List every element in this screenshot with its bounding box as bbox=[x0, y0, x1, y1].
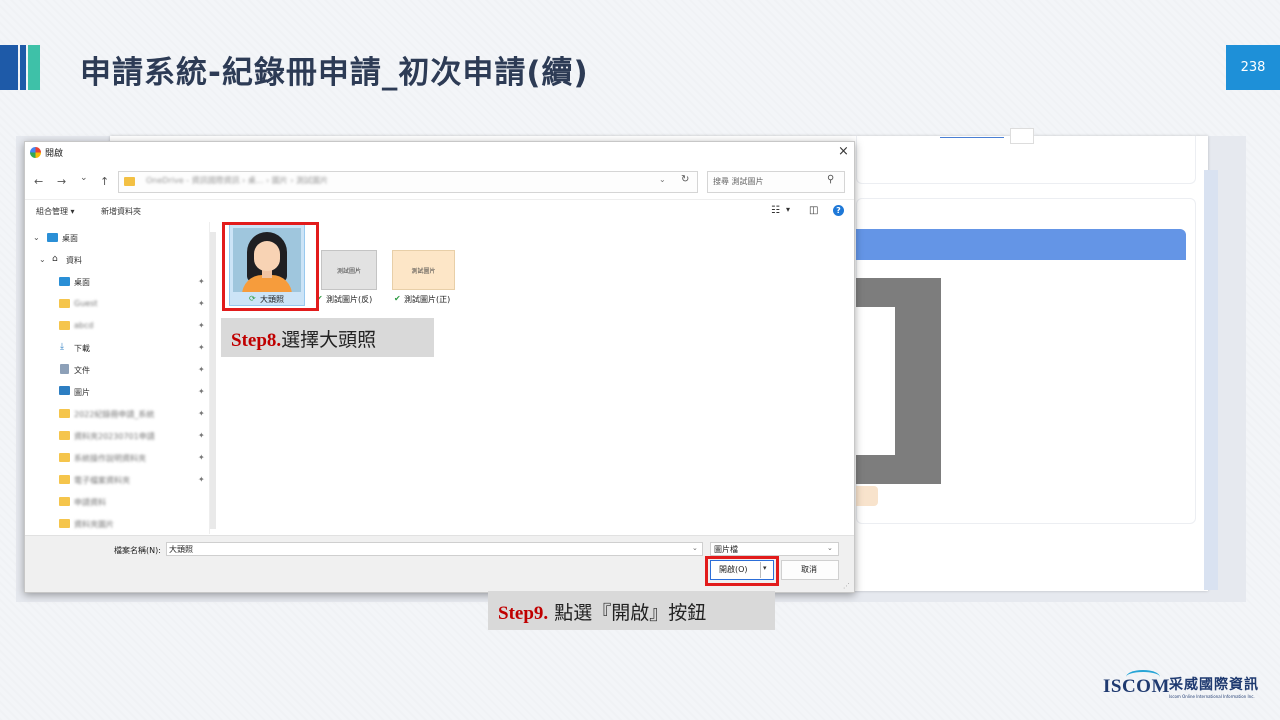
image-thumbnail[interactable]: 測試圖片 bbox=[392, 250, 455, 290]
nav-item-folder[interactable]: 資料夾20230701申請 bbox=[74, 431, 155, 442]
close-icon[interactable]: × bbox=[838, 144, 849, 159]
help-icon[interactable]: ? bbox=[833, 205, 844, 216]
folder-icon bbox=[59, 519, 70, 528]
header-accent-bar bbox=[20, 45, 26, 90]
nav-item-folder[interactable]: 資料夾圖片 bbox=[74, 519, 114, 530]
step9-description: 點選『開啟』按鈕 bbox=[554, 602, 707, 624]
file-label[interactable]: 測試圖片(反) bbox=[326, 294, 372, 305]
header-accent-bar bbox=[0, 45, 18, 90]
pin-icon: ✦ bbox=[198, 277, 205, 286]
resize-grip-icon[interactable]: ⋰ bbox=[843, 582, 850, 590]
header-accent-bar bbox=[28, 45, 40, 90]
filename-input[interactable] bbox=[166, 542, 703, 556]
toolbar-divider bbox=[25, 199, 854, 200]
background-link bbox=[940, 128, 1004, 138]
folder-icon bbox=[59, 321, 70, 330]
file-label[interactable]: 測試圖片(正) bbox=[404, 294, 450, 305]
chevron-down-icon[interactable]: ⌄ bbox=[659, 175, 666, 184]
pin-icon: ✦ bbox=[198, 431, 205, 440]
nav-item-folder[interactable]: 系統操作說明資料夾 bbox=[74, 453, 146, 464]
new-folder-button[interactable]: 新增資料夾 bbox=[101, 206, 141, 217]
organize-menu[interactable]: 組合管理 ▾ bbox=[36, 206, 75, 217]
pin-icon: ✦ bbox=[198, 453, 205, 462]
forward-arrow-icon[interactable]: → bbox=[57, 175, 66, 188]
folder-icon bbox=[59, 299, 70, 308]
pin-icon: ✦ bbox=[198, 343, 205, 352]
up-arrow-icon[interactable]: ↑ bbox=[100, 175, 109, 188]
view-options-icon[interactable]: ☷ bbox=[771, 205, 780, 216]
nav-item-home[interactable]: 資料 bbox=[66, 255, 82, 266]
nav-item-folder[interactable]: Guest bbox=[74, 299, 98, 308]
folder-icon bbox=[59, 431, 70, 440]
dialog-title: 開啟 bbox=[45, 149, 64, 159]
nav-item-folder[interactable]: 申請資料 bbox=[74, 497, 106, 508]
chevron-down-icon[interactable]: ▾ bbox=[786, 205, 790, 214]
background-section-header bbox=[856, 229, 1186, 260]
background-button bbox=[856, 486, 878, 506]
nav-item-desktop[interactable]: 桌面 bbox=[62, 233, 78, 244]
step8-label: Step8. bbox=[231, 330, 282, 351]
pin-icon: ✦ bbox=[198, 321, 205, 330]
search-icon[interactable]: ⚲ bbox=[827, 174, 834, 185]
pin-icon: ✦ bbox=[198, 475, 205, 484]
pin-icon: ✦ bbox=[198, 409, 205, 418]
folder-icon bbox=[59, 409, 70, 418]
logo-english-name: Iscom Online International Information I… bbox=[1169, 694, 1255, 699]
pin-icon: ✦ bbox=[198, 365, 205, 374]
step8-callout-text: Step8.選擇大頭照 bbox=[231, 325, 376, 352]
step8-description: 選擇大頭照 bbox=[281, 329, 377, 351]
desktop-icon bbox=[59, 277, 70, 286]
document-icon bbox=[60, 364, 69, 374]
nav-item-desktop[interactable]: 桌面 bbox=[74, 277, 90, 288]
filename-label: 檔案名稱(N): bbox=[114, 546, 161, 555]
step9-callout-text: Step9. 點選『開啟』按鈕 bbox=[498, 598, 706, 625]
recent-locations-icon[interactable]: ⌄ bbox=[80, 173, 88, 183]
navigation-pane bbox=[25, 222, 210, 534]
logo-brand: ISCOM bbox=[1103, 676, 1170, 697]
nav-item-pictures[interactable]: 圖片 bbox=[74, 387, 90, 398]
cancel-button-label: 取消 bbox=[801, 565, 817, 574]
folder-icon bbox=[124, 177, 135, 186]
highlight-box bbox=[222, 222, 319, 311]
nav-item-folder[interactable]: 2022紀錄冊申請_系統 bbox=[74, 409, 154, 420]
preview-pane-icon[interactable]: ◫ bbox=[809, 205, 818, 216]
app-icon bbox=[30, 147, 41, 158]
nav-item-downloads[interactable]: 下載 bbox=[74, 343, 90, 354]
download-icon: ⤓ bbox=[60, 342, 64, 352]
back-arrow-icon[interactable]: ← bbox=[34, 175, 43, 188]
nav-item-folder[interactable]: abcd bbox=[74, 321, 93, 330]
address-path: OneDrive - 資訊國際資訊 › 桌... › 圖片 › 測試圖片 bbox=[146, 176, 329, 185]
logo-company-name: 采威國際資訊 bbox=[1169, 677, 1259, 693]
home-icon: ⌂ bbox=[52, 254, 58, 264]
background-scrollbar bbox=[1204, 170, 1218, 590]
folder-icon bbox=[59, 475, 70, 484]
photo-placeholder-inner bbox=[856, 307, 895, 455]
filename-value: 大頭照 bbox=[169, 545, 193, 554]
page-number: 238 bbox=[1226, 45, 1280, 90]
sync-ok-icon: ✔ bbox=[394, 294, 401, 303]
chevron-down-icon[interactable]: ⌄ bbox=[827, 544, 833, 552]
nav-item-documents[interactable]: 文件 bbox=[74, 365, 90, 376]
desktop-icon bbox=[47, 233, 58, 242]
slide-title: 申請系統-紀錄冊申請_初次申請(續) bbox=[80, 55, 589, 91]
chevron-down-icon[interactable]: ⌄ bbox=[33, 233, 40, 242]
pin-icon: ✦ bbox=[198, 299, 205, 308]
search-placeholder: 搜尋 測試圖片 bbox=[713, 177, 764, 186]
pdf-icon bbox=[1010, 128, 1034, 144]
navigation-scrollbar[interactable] bbox=[210, 232, 216, 529]
pictures-icon bbox=[59, 386, 70, 395]
filetype-value: 圖片檔 bbox=[714, 545, 738, 554]
refresh-icon[interactable]: ↻ bbox=[681, 174, 689, 185]
pin-icon: ✦ bbox=[198, 387, 205, 396]
chevron-down-icon[interactable]: ⌄ bbox=[39, 255, 46, 264]
image-thumbnail[interactable]: 測試圖片 bbox=[321, 250, 377, 290]
folder-icon bbox=[59, 453, 70, 462]
step9-label: Step9. bbox=[498, 603, 549, 624]
chevron-down-icon[interactable]: ⌄ bbox=[692, 544, 698, 552]
folder-icon bbox=[59, 497, 70, 506]
highlight-box bbox=[705, 556, 779, 586]
nav-item-folder[interactable]: 電子檔案資料夾 bbox=[74, 475, 130, 486]
